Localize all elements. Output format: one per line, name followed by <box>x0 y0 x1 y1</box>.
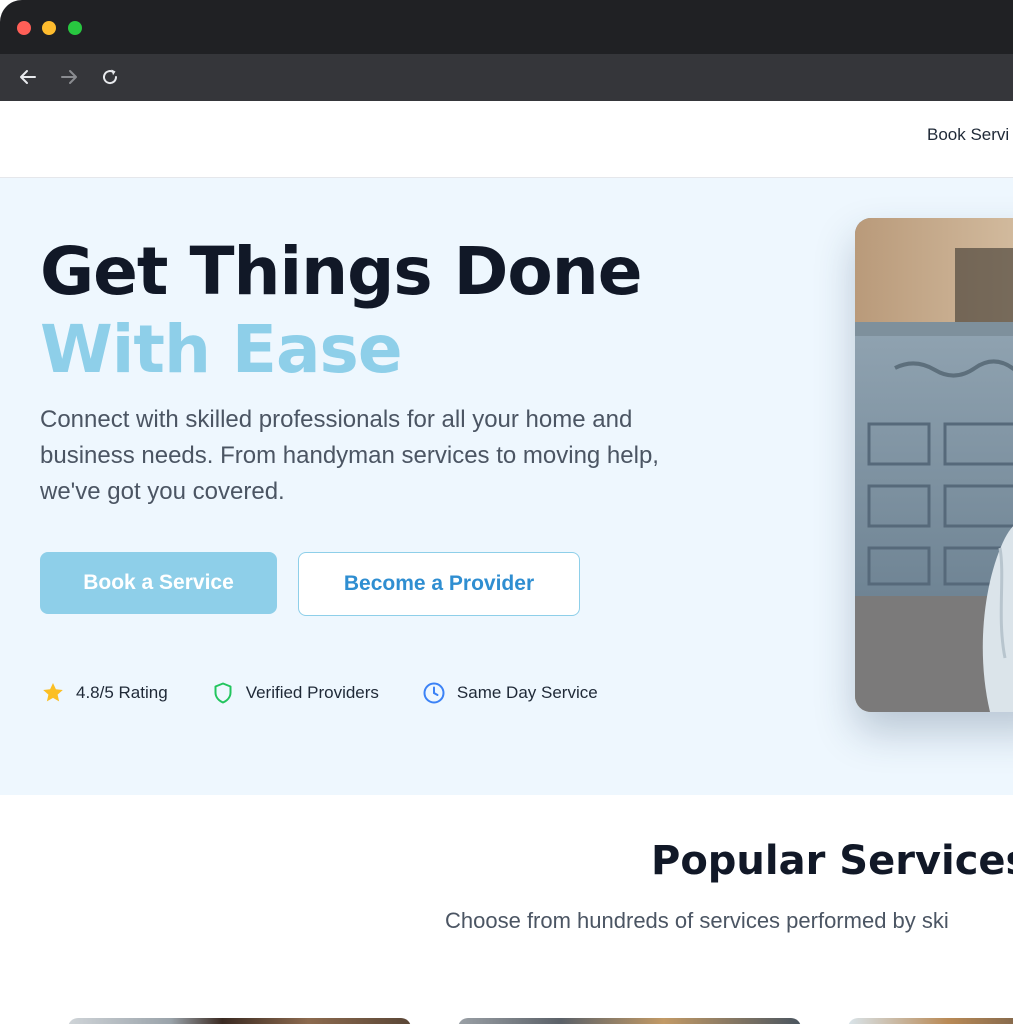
forward-button[interactable] <box>57 65 81 89</box>
back-button[interactable] <box>16 65 40 89</box>
popular-services-title: Popular Services <box>651 838 1013 884</box>
star-icon <box>40 680 66 706</box>
nav-link-book-services[interactable]: Book Servi <box>927 125 1009 145</box>
close-window-button[interactable] <box>17 21 31 35</box>
hero-features: 4.8/5 Rating Verified Providers Same Day… <box>40 678 640 708</box>
minimize-window-button[interactable] <box>42 21 56 35</box>
feature-same-day-label: Same Day Service <box>456 683 598 702</box>
shield-icon <box>210 680 236 706</box>
maximize-window-button[interactable] <box>68 21 82 35</box>
service-card-image[interactable] <box>848 1018 1013 1024</box>
become-provider-button[interactable]: Become a Provider <box>298 552 580 616</box>
browser-window: Book Servi Get Things Done With Ease Con… <box>0 0 1013 1024</box>
reload-icon <box>103 69 118 85</box>
arrow-left-icon <box>20 70 36 84</box>
feature-same-day: Same Day Service <box>421 680 598 706</box>
hero-section: Get Things Done With Ease Connect with s… <box>0 178 1013 795</box>
feature-verified-label: Verified Providers <box>245 683 379 702</box>
hero-title: Get Things Done With Ease <box>40 233 642 389</box>
service-card-image[interactable] <box>68 1018 411 1024</box>
browser-titlebar <box>0 0 1013 54</box>
clock-icon <box>421 680 447 706</box>
service-card-image[interactable] <box>458 1018 801 1024</box>
hero-image <box>855 218 1013 712</box>
arrow-right-icon <box>61 70 77 84</box>
feature-rating: 4.8/5 Rating <box>40 680 168 706</box>
reload-button[interactable] <box>98 65 122 89</box>
feature-rating-label: 4.8/5 Rating <box>76 683 168 702</box>
site-header: Book Servi <box>0 101 1013 178</box>
hero-title-highlight: With Ease <box>40 311 403 388</box>
feature-verified: Verified Providers <box>210 680 379 706</box>
book-service-button[interactable]: Book a Service <box>40 552 277 614</box>
hero-description: Connect with skilled professionals for a… <box>40 406 659 505</box>
browser-toolbar <box>0 54 1013 101</box>
hero-title-line1: Get Things Done <box>40 233 642 310</box>
popular-services-subtitle: Choose from hundreds of services perform… <box>445 908 949 933</box>
